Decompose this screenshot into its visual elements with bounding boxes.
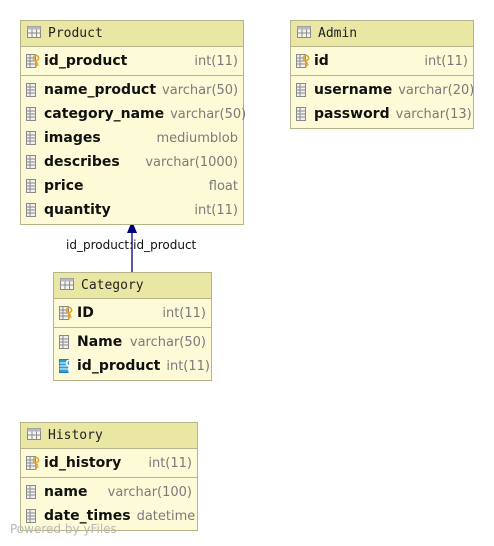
- field-name: Name: [77, 334, 123, 350]
- field-row[interactable]: Name varchar(50): [54, 330, 211, 354]
- field-name: username: [314, 82, 393, 98]
- field-name: price: [44, 178, 84, 194]
- field-row[interactable]: category_name varchar(50): [21, 102, 247, 126]
- column-icon: [25, 484, 41, 500]
- column-icon: [295, 106, 311, 122]
- table-title: Category: [81, 278, 144, 293]
- field-type: varchar(100): [107, 484, 192, 500]
- primary-key-icon: [295, 53, 311, 69]
- field-row[interactable]: username varchar(20): [291, 78, 475, 102]
- column-icon: [25, 178, 41, 194]
- field-name: name_product: [44, 82, 157, 98]
- field-type: int(11): [194, 53, 238, 69]
- column-icon: [25, 130, 41, 146]
- key-section: id int(11): [291, 47, 473, 76]
- powered-by-footer: Powered by yFiles: [10, 522, 117, 536]
- primary-key-icon: [58, 305, 74, 321]
- column-section: name_product varchar(50) category_name varc…: [21, 76, 247, 224]
- field-name: images: [44, 130, 101, 146]
- primary-key-icon: [25, 455, 41, 471]
- table-icon: [59, 276, 75, 296]
- key-section: id_product int(11): [21, 47, 243, 76]
- column-section: Name varchar(50) id_product int(11): [54, 328, 211, 380]
- column-icon: [25, 82, 41, 98]
- field-row[interactable]: ID int(11): [54, 301, 211, 325]
- field-type: varchar(1000): [145, 154, 238, 170]
- column-section: username varchar(20) password varchar(13): [291, 76, 475, 128]
- field-type: varchar(20): [398, 82, 475, 98]
- field-row[interactable]: password varchar(13): [291, 102, 473, 126]
- table-history[interactable]: History id_history int(11) name varchar(100)…: [20, 422, 198, 531]
- table-admin[interactable]: Admin id int(11) username varchar(20) passwor…: [290, 20, 474, 129]
- field-name: id_product: [44, 53, 128, 69]
- table-icon: [296, 24, 312, 44]
- field-type: varchar(13): [395, 106, 472, 122]
- field-type: int(11): [166, 358, 210, 374]
- field-type: float: [208, 178, 238, 194]
- field-row[interactable]: name_product varchar(50): [21, 78, 243, 102]
- table-title: Product: [48, 26, 103, 41]
- field-type: varchar(50): [162, 82, 239, 98]
- table-title: History: [48, 428, 103, 443]
- field-row[interactable]: id_product int(11): [21, 49, 243, 73]
- field-name: id: [314, 53, 329, 69]
- field-type: int(11): [194, 202, 238, 218]
- field-name: id_history: [44, 455, 122, 471]
- column-icon: [25, 202, 41, 218]
- column-icon: [25, 106, 41, 122]
- table-category[interactable]: Category ID int(11) Name varchar(50) id_produ…: [53, 272, 212, 381]
- field-type: varchar(50): [170, 106, 247, 122]
- field-row[interactable]: id_product int(11): [54, 354, 211, 378]
- table-header[interactable]: Admin: [291, 21, 473, 47]
- field-row[interactable]: describes varchar(1000): [21, 150, 243, 174]
- table-title: Admin: [318, 26, 358, 41]
- field-type: datetime: [136, 508, 196, 524]
- field-name: id_product: [77, 358, 161, 374]
- field-type: int(11): [162, 305, 206, 321]
- field-row[interactable]: price float: [21, 174, 243, 198]
- field-type: varchar(50): [129, 334, 206, 350]
- field-name: quantity: [44, 202, 111, 218]
- primary-key-icon: [25, 53, 41, 69]
- field-name: name: [44, 484, 88, 500]
- field-name: category_name: [44, 106, 165, 122]
- field-row[interactable]: quantity int(11): [21, 198, 243, 222]
- field-row[interactable]: images mediumblob: [21, 126, 243, 150]
- table-product[interactable]: Product id_product int(11) name_product varc…: [20, 20, 247, 225]
- key-section: ID int(11): [54, 299, 211, 328]
- table-icon: [26, 426, 42, 446]
- field-row[interactable]: id int(11): [291, 49, 473, 73]
- field-name: describes: [44, 154, 120, 170]
- column-icon: [295, 82, 311, 98]
- field-type: int(11): [148, 455, 192, 471]
- table-header[interactable]: Category: [54, 273, 211, 299]
- field-row[interactable]: id_history int(11): [21, 451, 197, 475]
- field-name: password: [314, 106, 390, 122]
- field-name: ID: [77, 305, 94, 321]
- table-icon: [26, 24, 42, 44]
- field-row[interactable]: name varchar(100): [21, 480, 197, 504]
- relation-label: id_product:id_product: [66, 238, 197, 252]
- field-type: mediumblob: [156, 130, 239, 146]
- foreign-key-icon: [58, 358, 74, 374]
- table-header[interactable]: Product: [21, 21, 243, 47]
- column-icon: [58, 334, 74, 350]
- field-type: int(11): [424, 53, 468, 69]
- key-section: id_history int(11): [21, 449, 197, 478]
- table-header[interactable]: History: [21, 423, 197, 449]
- column-icon: [25, 154, 41, 170]
